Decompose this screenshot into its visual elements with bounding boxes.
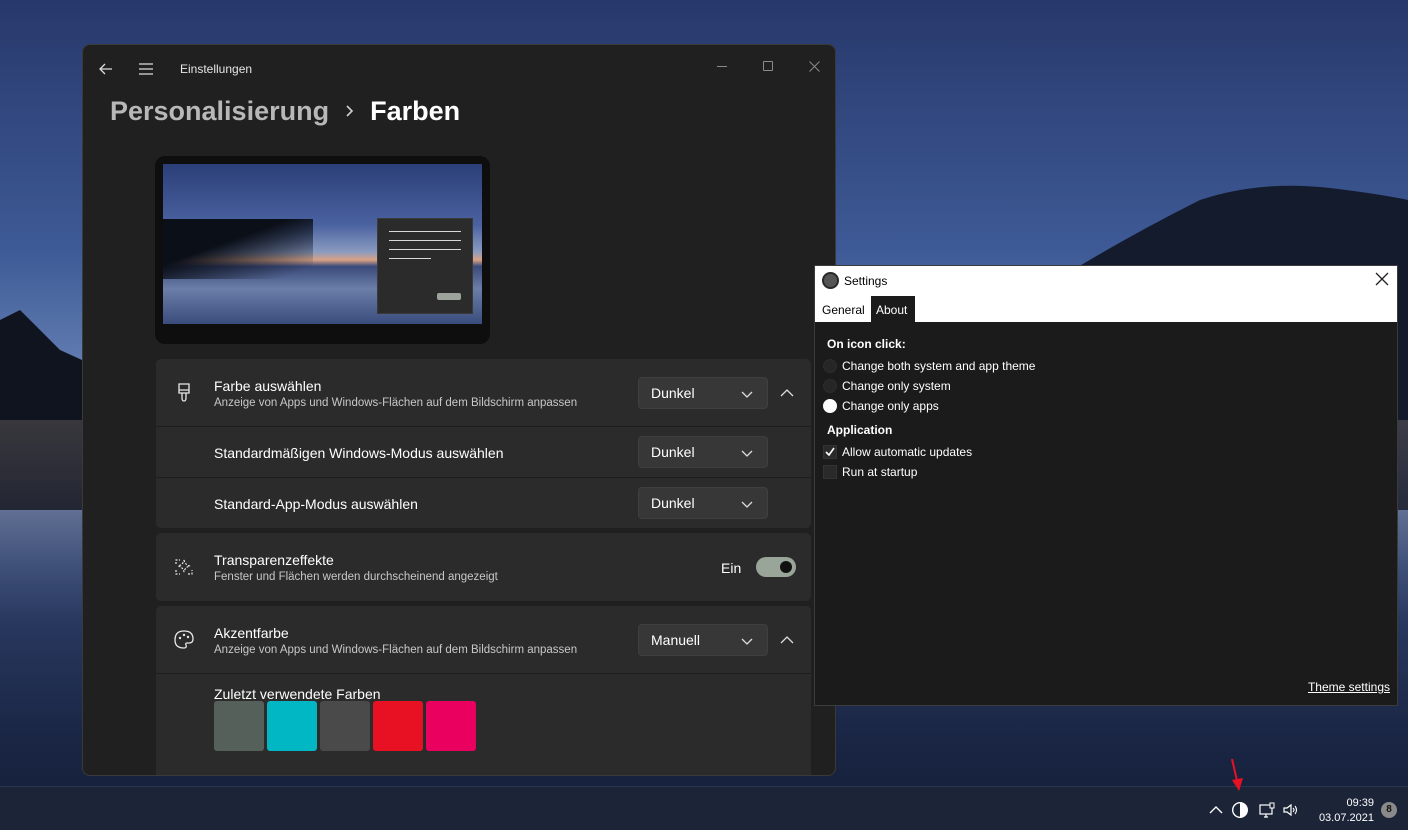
color-swatch[interactable] <box>214 701 264 751</box>
palette-icon <box>172 628 196 652</box>
windows-mode-row: Standardmäßigen Windows-Modus auswählen … <box>156 427 811 477</box>
color-swatch[interactable] <box>426 701 476 751</box>
transparency-title: Transparenzeffekte <box>214 552 334 568</box>
maximize-icon <box>763 61 773 71</box>
theme-app-settings-window: Settings General About On icon click: Ch… <box>814 265 1398 706</box>
accent-card: Akzentfarbe Anzeige von Apps und Windows… <box>156 606 811 775</box>
sparkle-icon <box>172 555 196 579</box>
theme-settings-link[interactable]: Theme settings <box>1308 680 1390 694</box>
chevron-down-icon <box>741 501 753 508</box>
color-swatch[interactable] <box>320 701 370 751</box>
theme-preview <box>155 156 490 344</box>
chevron-up-icon[interactable] <box>780 633 794 647</box>
tab-strip: General About <box>815 296 1397 322</box>
clock[interactable]: 09:39 03.07.2021 <box>1316 796 1374 826</box>
paintbrush-icon <box>172 381 196 405</box>
checkmark-icon <box>825 447 835 457</box>
color-mode-title: Farbe auswählen <box>214 378 322 394</box>
chevron-down-icon <box>741 638 753 645</box>
app-mode-title: Standard-App-Modus auswählen <box>214 496 418 512</box>
on-icon-click-heading: On icon click: <box>827 337 906 351</box>
windows-mode-dropdown[interactable]: Dunkel <box>638 436 768 468</box>
recent-colors-label: Zuletzt verwendete Farben <box>214 686 381 702</box>
radio-button <box>823 379 837 393</box>
checkbox <box>823 445 837 459</box>
close-button[interactable] <box>791 51 835 81</box>
general-tab-panel: On icon click: Change both system and ap… <box>815 322 1397 705</box>
accent-dropdown[interactable]: Manuell <box>638 624 768 656</box>
clock-time: 09:39 <box>1346 797 1374 809</box>
checkbox-run-at-startup[interactable]: Run at startup <box>823 463 917 481</box>
radio-button-selected <box>823 399 837 413</box>
accent-row[interactable]: Akzentfarbe Anzeige von Apps und Windows… <box>156 606 811 673</box>
close-icon[interactable] <box>1375 272 1389 286</box>
settings-window: Einstellungen Personalisierung Farben Fa… <box>82 44 836 776</box>
minimize-button[interactable] <box>699 51 745 81</box>
breadcrumb-chevron-icon <box>345 101 354 122</box>
close-icon <box>808 60 820 72</box>
hamburger-menu-icon[interactable] <box>136 59 156 79</box>
tab-general[interactable]: General <box>817 296 871 322</box>
transparency-subtitle: Fenster und Flächen werden durchscheinen… <box>214 571 498 583</box>
breadcrumb: Personalisierung Farben <box>110 91 460 131</box>
title-bar: Einstellungen <box>83 45 835 93</box>
app-mode-value: Dunkel <box>651 495 695 511</box>
toggle-knob <box>780 561 792 573</box>
volume-icon[interactable] <box>1282 801 1300 819</box>
network-icon[interactable] <box>1258 801 1276 819</box>
chevron-up-icon[interactable] <box>780 386 794 400</box>
maximize-button[interactable] <box>745 51 791 81</box>
theme-toggle-icon[interactable] <box>1231 801 1249 819</box>
application-heading: Application <box>827 423 893 437</box>
app-logo-icon <box>822 272 839 289</box>
breadcrumb-parent[interactable]: Personalisierung <box>110 96 329 127</box>
taskbar: 09:39 03.07.2021 8 <box>0 786 1408 830</box>
radio-apps-only[interactable]: Change only apps <box>823 397 939 415</box>
color-swatch[interactable] <box>373 701 423 751</box>
annotation-arrow-icon <box>1231 758 1243 791</box>
recent-colors <box>214 701 476 751</box>
window-title: Einstellungen <box>180 62 253 76</box>
app-title-bar: Settings <box>815 266 1397 296</box>
tab-about[interactable]: About <box>871 296 915 322</box>
color-mode-value: Dunkel <box>651 385 695 401</box>
transparency-card: Transparenzeffekte Fenster und Flächen w… <box>156 533 811 601</box>
accent-title: Akzentfarbe <box>214 625 289 641</box>
color-mode-dropdown[interactable]: Dunkel <box>638 377 768 409</box>
accent-subtitle: Anzeige von Apps und Windows-Flächen auf… <box>214 644 578 656</box>
color-mode-row[interactable]: Farbe auswählen Anzeige von Apps und Win… <box>156 359 811 426</box>
notification-badge[interactable]: 8 <box>1381 802 1397 818</box>
windows-mode-title: Standardmäßigen Windows-Modus auswählen <box>214 445 504 461</box>
radio-both[interactable]: Change both system and app theme <box>823 357 1035 375</box>
page-title: Farben <box>370 95 461 126</box>
app-window-title: Settings <box>844 274 888 288</box>
transparency-toggle[interactable] <box>756 557 796 577</box>
chevron-up-icon[interactable] <box>1207 801 1225 819</box>
chevron-down-icon <box>741 391 753 398</box>
accent-value: Manuell <box>651 632 701 648</box>
radio-button <box>823 359 837 373</box>
preview-wallpaper <box>163 164 482 324</box>
chevron-down-icon <box>741 450 753 457</box>
color-mode-subtitle: Anzeige von Apps und Windows-Flächen auf… <box>214 397 578 409</box>
checkbox <box>823 465 837 479</box>
transparency-state-label: Ein <box>721 560 742 576</box>
windows-mode-value: Dunkel <box>651 444 695 460</box>
clock-date: 03.07.2021 <box>1318 812 1374 824</box>
app-mode-row: Standard-App-Modus auswählen Dunkel <box>156 478 811 528</box>
preview-sample-window <box>377 218 473 314</box>
checkbox-auto-updates[interactable]: Allow automatic updates <box>823 443 972 461</box>
back-arrow-icon[interactable] <box>96 59 116 79</box>
color-mode-card: Farbe auswählen Anzeige von Apps und Win… <box>156 359 811 528</box>
radio-system-only[interactable]: Change only system <box>823 377 951 395</box>
app-mode-dropdown[interactable]: Dunkel <box>638 487 768 519</box>
minimize-icon <box>717 65 727 67</box>
color-swatch[interactable] <box>267 701 317 751</box>
